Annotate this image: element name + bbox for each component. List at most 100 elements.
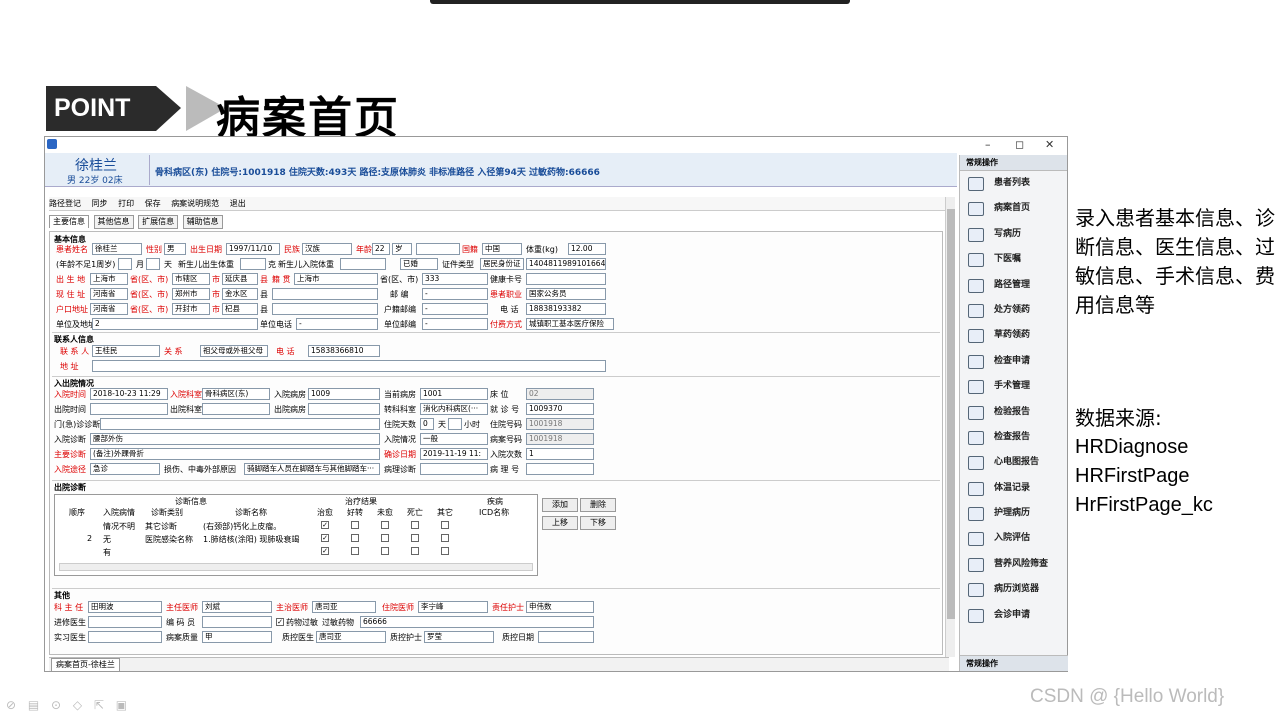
main-diag-field[interactable]: (备注)外踝骨折 [90, 448, 380, 460]
grid-cell[interactable]: 情况不明 [103, 521, 135, 532]
sidebar-item-nutrition[interactable]: 营养风险筛查 [960, 552, 1067, 577]
sidebar-item-path[interactable]: 路径管理 [960, 273, 1067, 298]
in-diag-field[interactable]: 腰部外伤 [90, 433, 380, 445]
out-room-field[interactable] [308, 403, 380, 415]
tab-extend[interactable]: 扩展信息 [138, 215, 179, 229]
grid-header[interactable]: 入院病情 [103, 507, 135, 518]
in-time-field[interactable]: 2018-10-23 11:29 [90, 388, 168, 400]
vertical-scrollbar[interactable] [945, 197, 955, 657]
slide-tools[interactable]: ⊘ ▤ ⊙ ◇ ⇱ ▣ [6, 698, 131, 712]
grid-cell[interactable]: 医院感染名称 [145, 534, 193, 545]
live-city[interactable]: 郑州市 [172, 288, 210, 300]
exit-button[interactable]: 退出 [230, 197, 246, 211]
pay-select[interactable]: 城镇职工基本医疗保险 [526, 318, 614, 330]
reg-address[interactable] [272, 303, 378, 315]
name-field[interactable]: 徐桂兰 [92, 243, 142, 255]
grid-header[interactable]: 诊断类别 [151, 507, 183, 518]
sidebar-footer[interactable]: 常规操作 [960, 655, 1068, 671]
close-button[interactable]: ✕ [1045, 138, 1054, 151]
allergy-drug-field[interactable]: 66666 [360, 616, 594, 628]
birth-city[interactable]: 市辖区 [172, 273, 210, 285]
sidebar-item-prescription[interactable]: 处方领药 [960, 298, 1067, 323]
grid-header[interactable]: 好转 [347, 507, 363, 518]
route-select[interactable]: 急诊 [90, 463, 160, 475]
native-extra[interactable]: 333 [422, 273, 488, 285]
age-field[interactable]: 22 [372, 243, 390, 255]
guide-button[interactable]: 病案说明规范 [171, 197, 219, 211]
sidebar-item-herb[interactable]: 草药领药 [960, 323, 1067, 348]
tel-field[interactable]: 18838193382 [526, 303, 606, 315]
sidebar-item-patient-list[interactable]: 患者列表 [960, 171, 1067, 196]
baby-in-weight[interactable] [340, 258, 386, 270]
relation-field[interactable]: 祖父母或外祖父母 [200, 345, 268, 357]
checkbox[interactable] [411, 547, 419, 555]
patho-no-field[interactable] [526, 463, 594, 475]
sidebar-item-ecg[interactable]: 心电图报告 [960, 450, 1067, 475]
path-register-button[interactable]: 路径登记 [49, 197, 81, 211]
checkbox-checked[interactable]: ✓ [321, 534, 329, 542]
sidebar-item-exam-request[interactable]: 检查申请 [960, 349, 1067, 374]
blank-select[interactable] [416, 243, 460, 255]
birth-county[interactable]: 延庆县 [222, 273, 258, 285]
post-field[interactable]: - [422, 288, 488, 300]
grid-cell[interactable]: 无 [103, 534, 111, 545]
document-tab[interactable]: 病案首页-徐桂兰 [51, 658, 120, 672]
reg-province[interactable]: 河南省 [90, 303, 128, 315]
in-dept-field[interactable]: 骨科病区(东) [202, 388, 270, 400]
scroll-thumb[interactable] [947, 209, 955, 619]
coder-field[interactable] [202, 616, 272, 628]
checkbox[interactable] [351, 534, 359, 542]
grid-header[interactable]: 顺序 [69, 507, 85, 518]
move-down-button[interactable]: 下移 [580, 516, 616, 530]
sidebar-item-temperature[interactable]: 体温记录 [960, 476, 1067, 501]
contact-person[interactable]: 王桂民 [92, 345, 160, 357]
checkbox[interactable] [381, 534, 389, 542]
checkbox[interactable] [411, 534, 419, 542]
id-field[interactable]: 14048119891016647x [526, 258, 606, 270]
grid-cell[interactable]: 2 [87, 534, 92, 543]
attending-field[interactable]: 唐司亚 [312, 601, 376, 613]
contact-tel[interactable]: 15838366810 [308, 345, 380, 357]
minimize-button[interactable]: – [985, 138, 991, 151]
sidebar-item-write-record[interactable]: 写病历 [960, 222, 1067, 247]
age-unit-select[interactable]: 岁 [392, 243, 412, 255]
trans-dept-field[interactable]: 消化内科病区(··· [420, 403, 488, 415]
qc-date-field[interactable] [538, 631, 594, 643]
day-field[interactable] [146, 258, 160, 270]
weight-field[interactable]: 12.00 [568, 243, 606, 255]
confirm-date-field[interactable]: 2019-11-19 11: [420, 448, 488, 460]
op-diag-field[interactable] [100, 418, 380, 430]
cond-select[interactable]: 一般 [420, 433, 488, 445]
sidebar-item-first-page[interactable]: 病案首页 [960, 196, 1067, 221]
sidebar-item-order[interactable]: 下医嘱 [960, 247, 1067, 272]
checkbox[interactable] [381, 547, 389, 555]
baby-birth-weight[interactable] [240, 258, 266, 270]
cause-field[interactable]: 骑脚踏车人员在脚踏车与其他脚踏车··· [244, 463, 380, 475]
contact-address[interactable] [92, 360, 606, 372]
allergy-checkbox[interactable]: ✓ [276, 618, 284, 626]
grid-header[interactable]: 其它 [437, 507, 453, 518]
grid-hscrollbar[interactable] [59, 563, 533, 571]
qc-nurse-field[interactable]: 罗莹 [424, 631, 494, 643]
save-button[interactable]: 保存 [145, 197, 161, 211]
grid-cell[interactable]: 有 [103, 547, 111, 558]
tab-main[interactable]: 主要信息 [49, 215, 89, 228]
days-field[interactable]: 0 [420, 418, 434, 430]
out-time-field[interactable] [90, 403, 168, 415]
delete-diag-button[interactable]: 删除 [580, 498, 616, 512]
birth-field[interactable]: 1997/11/10 [226, 243, 280, 255]
nation-field[interactable]: 汉族 [302, 243, 352, 255]
hours-field[interactable] [448, 418, 462, 430]
grid-cell[interactable]: 其它诊断 [145, 521, 177, 532]
checkbox[interactable] [441, 547, 449, 555]
in-room-field[interactable]: 1009 [308, 388, 380, 400]
native-field[interactable]: 上海市 [294, 273, 378, 285]
patho-field[interactable] [420, 463, 488, 475]
study-doctor-field[interactable] [88, 616, 162, 628]
add-diag-button[interactable]: 添加 [542, 498, 578, 512]
sidebar-item-lab-report[interactable]: 检验报告 [960, 400, 1067, 425]
tab-other[interactable]: 其他信息 [93, 215, 134, 229]
out-dept-field[interactable] [202, 403, 270, 415]
birth-province[interactable]: 上海市 [90, 273, 128, 285]
marry-select[interactable]: 已婚 [400, 258, 438, 270]
